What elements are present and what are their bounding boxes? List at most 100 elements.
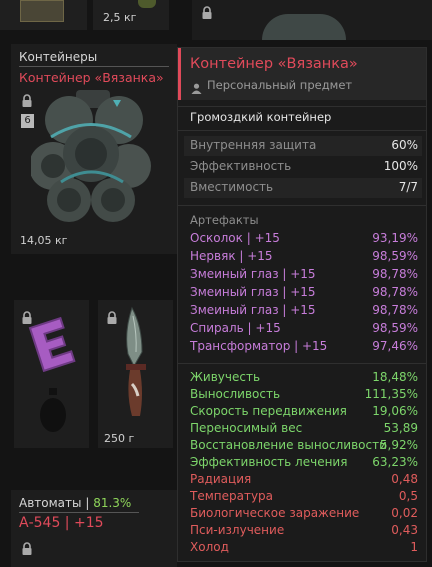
artifact-label: Трансформатор | +15 [190,339,328,353]
lock-icon [201,6,213,19]
divider [178,363,426,364]
artifact-value: 97,46% [372,339,418,353]
crate-image [20,0,64,22]
grenade-silhouette-icon [40,388,66,432]
stat-row: Вместимость 7/7 [190,180,418,197]
artifact-value: 98,78% [372,267,418,281]
stat-value: 60% [391,138,418,152]
tooltip-header: Контейнер «Вязанка» Персональный предмет [178,48,426,100]
bonus-label: Пси-излучение [190,523,285,537]
bonus-value: 0,43 [391,523,418,537]
bonus-label: Эффективность лечения [190,455,348,469]
bonus-row: Радиация 0,48 [190,472,418,489]
bonus-value: 111,35% [364,387,418,401]
bonus-value: 5,92% [379,438,418,452]
stat-label: Внутренняя защита [190,138,317,152]
bonus-label: Холод [190,540,229,554]
container-illustration [31,90,151,222]
item-tooltip: Контейнер «Вязанка» Персональный предмет… [177,47,427,562]
knife-illustration [126,306,146,416]
artifact-row: Нервяк | +15 98,59% [190,249,418,266]
bonus-row: Выносливость 111,35% [190,387,418,404]
knife-item-slot[interactable]: 250 г [98,300,173,448]
tooltip-title: Контейнер «Вязанка» [190,56,358,72]
bonus-row: Восстановление выносливости 5,92% [190,438,418,455]
artifact-value: 98,78% [372,285,418,299]
artifact-label: Нервяк | +15 [190,249,273,263]
bonus-row: Биологическое заражение 0,02 [190,506,418,523]
item-category: Контейнеры [19,50,98,64]
bonus-label: Живучесть [190,370,261,384]
divider [178,205,426,206]
stat-row: Внутренняя защита 60% [190,138,418,155]
top-item-slot-right[interactable] [192,0,432,40]
artifact-label: Змеиный глаз | +15 [190,267,316,281]
stat-label: Эффективность [190,159,292,173]
artifact-label: Змеиный глаз | +15 [190,285,316,299]
bonus-label: Биологическое заражение [190,506,360,520]
artifact-row: Змеиный глаз | +15 98,78% [190,285,418,302]
bonus-value: 0,48 [391,472,418,486]
stat-label: Вместимость [190,180,274,194]
artifact-label: Спираль | +15 [190,321,281,335]
top-item-slot-left[interactable] [0,0,87,30]
artifact-label: Осколок | +15 [190,231,280,245]
person-icon [191,79,202,94]
artifact-row: Змеиный глаз | +15 98,78% [190,303,418,320]
bonus-value: 53,89 [383,421,418,435]
divider [19,512,139,513]
weapon-item-card[interactable]: Автоматы | 81.3% А-545 | +15 [11,490,177,567]
tooltip-type: Громоздкий контейнер [190,110,332,124]
stat-value: 7/7 [398,180,418,194]
divider [178,106,426,107]
patch-item-slot[interactable] [14,300,89,448]
container-image-partial [262,14,346,40]
artifact-label: Змеиный глаз | +15 [190,303,316,317]
item-weight: 250 г [104,432,135,445]
bonus-label: Температура [190,489,274,503]
bonus-label: Восстановление выносливости [190,438,387,452]
container-item-card[interactable]: Контейнеры Контейнер «Вязанка» 6 14,05 к… [11,44,177,254]
bonus-row: Переносимый вес 53,89 [190,421,418,438]
weapon-condition: 81.3% [93,496,132,510]
item-image [138,0,156,8]
artifacts-header: Артефакты [190,213,259,227]
artifact-row: Трансформатор | +15 97,46% [190,339,418,356]
lock-icon [106,311,118,324]
artifact-row: Спираль | +15 98,59% [190,321,418,338]
divider [19,66,169,67]
artifact-value: 93,19% [372,231,418,245]
bonus-row: Холод 1 [190,540,418,557]
item-weight: 2,5 кг [103,11,137,24]
bonus-value: 0,02 [391,506,418,520]
bonus-value: 0,5 [398,489,418,503]
top-item-slot-mid[interactable]: 2,5 кг [93,0,169,30]
category-separator: | [85,496,90,510]
bonus-row: Пси-излучение 0,43 [190,523,418,540]
bonus-label: Выносливость [190,387,281,401]
bonus-label: Переносимый вес [190,421,303,435]
bonus-label: Скорость передвижения [190,404,347,418]
divider [178,130,426,131]
artifact-row: Змеиный глаз | +15 98,78% [190,267,418,284]
artifact-value: 98,78% [372,303,418,317]
lock-icon [21,542,33,555]
bonus-row: Температура 0,5 [190,489,418,506]
artifact-value: 98,59% [372,249,418,263]
bonus-row: Живучесть 18,48% [190,370,418,387]
artifact-value: 98,59% [372,321,418,335]
bonus-value: 1 [410,540,418,554]
artifact-row: Осколок | +15 93,19% [190,231,418,248]
bonus-row: Скорость передвижения 19,06% [190,404,418,421]
weapon-category: Автоматы [19,496,82,510]
stat-row: Эффективность 100% [190,159,418,176]
bonus-value: 63,23% [372,455,418,469]
bonus-row: Эффективность лечения 63,23% [190,455,418,472]
item-weight: 14,05 кг [20,234,68,247]
weapon-name: А-545 | +15 [19,515,104,531]
tooltip-subtitle: Персональный предмет [207,78,353,92]
weapon-category-line: Автоматы | 81.3% [19,496,131,510]
bonus-value: 19,06% [372,404,418,418]
letter-patch-icon [28,316,76,373]
bonus-label: Радиация [190,472,252,486]
